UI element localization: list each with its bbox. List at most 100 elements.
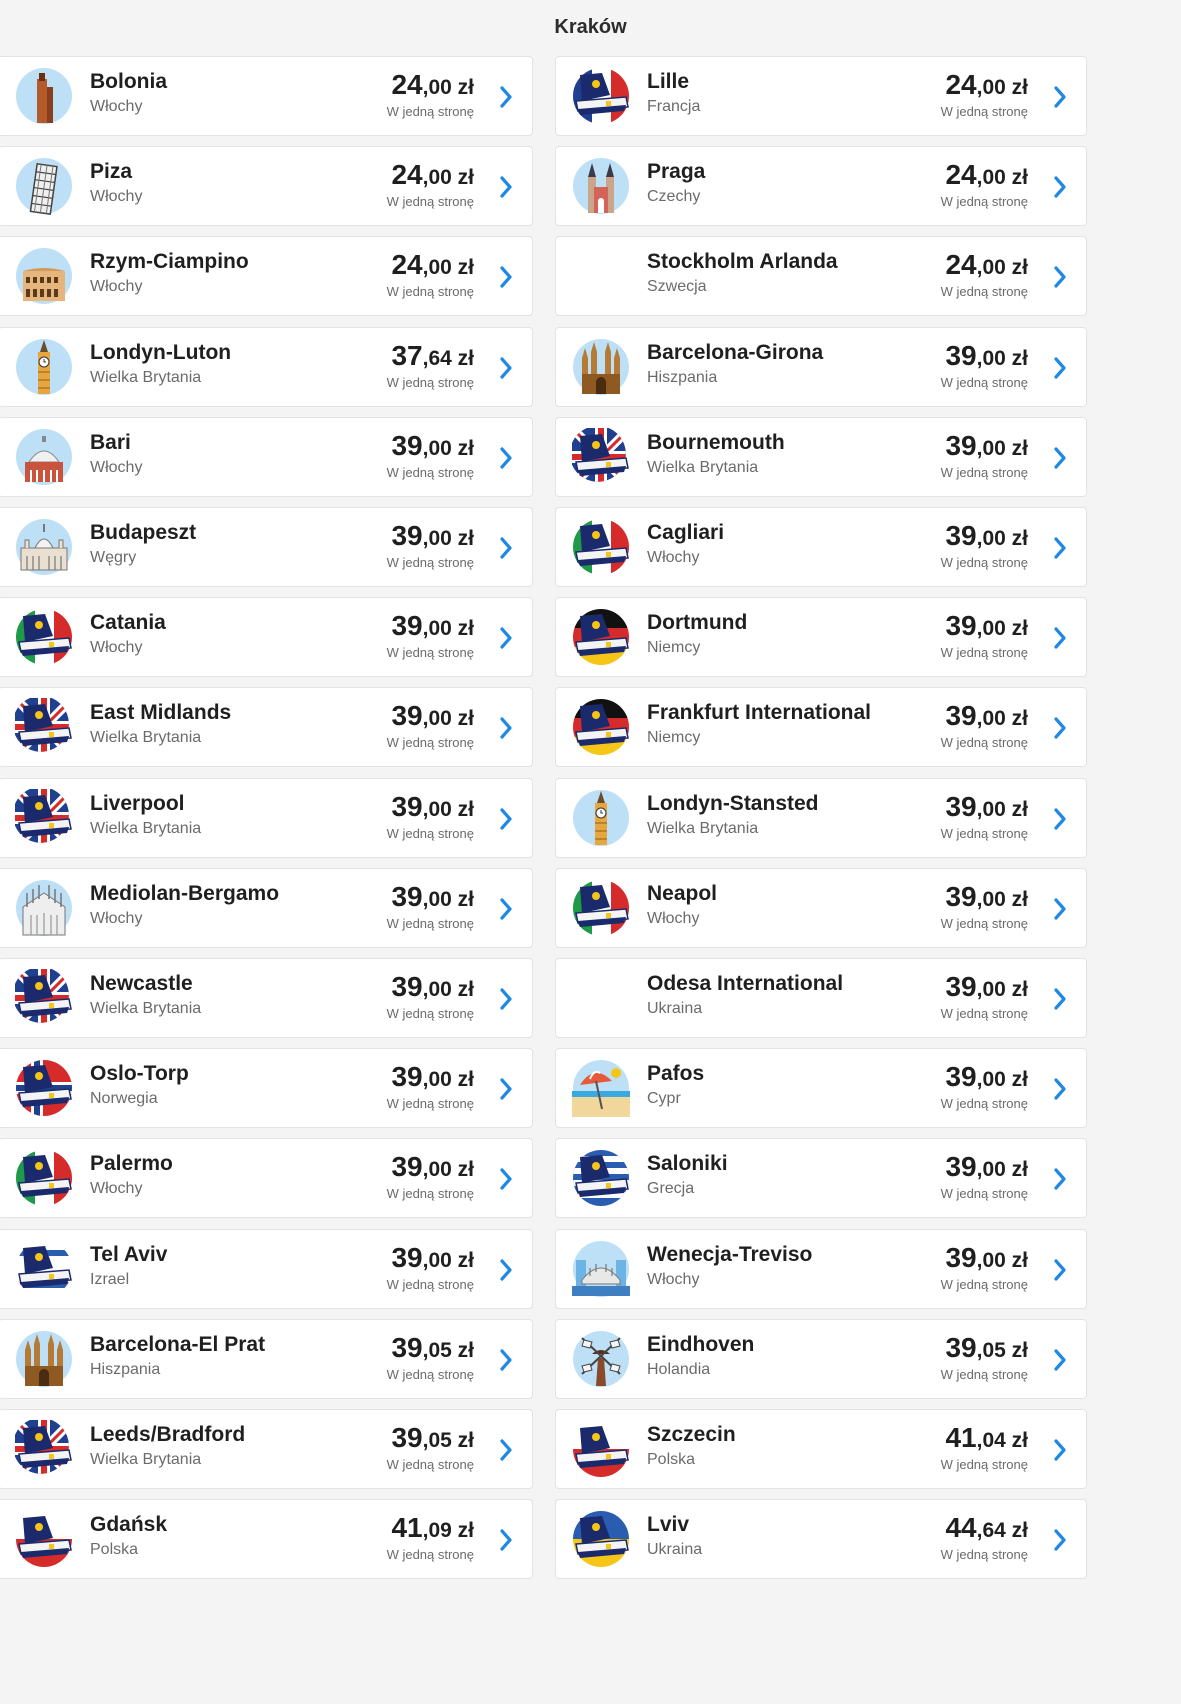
destination-card[interactable]: Palermo Włochy 39,00 zł W jedną stronę: [0, 1138, 533, 1218]
chevron-right-icon[interactable]: [498, 85, 514, 109]
destination-card[interactable]: Barcelona-Girona Hiszpania 39,00 zł W jedną…: [555, 327, 1087, 407]
destination-card[interactable]: Budapeszt Węgry 39,00 zł W jedną stronę: [0, 507, 533, 587]
price: 39,00 zł: [945, 1242, 1028, 1274]
price-currency: zł: [457, 707, 474, 730]
one-way-label: W jedną stronę: [940, 645, 1028, 660]
destination-card[interactable]: Odesa International Ukraina 39,00 zł W jedn…: [555, 958, 1087, 1038]
destination-card[interactable]: Londyn-Stansted Wielka Brytania 39,00 zł W …: [555, 778, 1087, 858]
chevron-right-icon[interactable]: [498, 1258, 514, 1282]
chevron-right-icon[interactable]: [1052, 446, 1068, 470]
price-integer: 39: [945, 881, 977, 912]
destination-card[interactable]: Eindhoven Holandia 39,05 zł W jedną stronę: [555, 1319, 1087, 1399]
price: 39,00 zł: [945, 700, 1028, 732]
chevron-right-icon[interactable]: [1052, 1258, 1068, 1282]
destination-card[interactable]: Liverpool Wielka Brytania 39,00 zł W jedną …: [0, 778, 533, 858]
chevron-right-icon[interactable]: [498, 807, 514, 831]
destination-card[interactable]: Praga Czechy 24,00 zł W jedną stronę: [555, 146, 1087, 226]
one-way-label: W jedną stronę: [386, 735, 474, 750]
chevron-right-icon[interactable]: [1052, 1077, 1068, 1101]
chevron-right-icon[interactable]: [498, 356, 514, 380]
destination-card[interactable]: Mediolan-Bergamo Włochy 39,00 zł W jedną st…: [0, 868, 533, 948]
one-way-label: W jedną stronę: [940, 1547, 1028, 1562]
chevron-right-icon[interactable]: [498, 716, 514, 740]
price-currency: zł: [1011, 166, 1028, 189]
destination-card[interactable]: Cagliari Włochy 39,00 zł W jedną stronę: [555, 507, 1087, 587]
one-way-label: W jedną stronę: [940, 1096, 1028, 1111]
chevron-right-icon[interactable]: [498, 1167, 514, 1191]
price-currency: zł: [457, 1068, 474, 1091]
colosseum-icon: [15, 247, 73, 305]
chevron-right-icon[interactable]: [1052, 175, 1068, 199]
chevron-right-icon[interactable]: [498, 446, 514, 470]
price-currency: zł: [1011, 1249, 1028, 1272]
chevron-right-icon[interactable]: [498, 626, 514, 650]
destination-card[interactable]: Dortmund Niemcy 39,00 zł W jedną stronę: [555, 597, 1087, 677]
chevron-right-icon[interactable]: [1052, 626, 1068, 650]
destination-country: Włochy: [647, 549, 700, 566]
chevron-right-icon[interactable]: [1052, 1348, 1068, 1372]
price-integer: 39: [391, 430, 423, 461]
destination-card[interactable]: Londyn-Luton Wielka Brytania 37,64 zł W jed…: [0, 327, 533, 407]
destination-city: Tel Aviv: [90, 1243, 168, 1266]
chevron-right-icon[interactable]: [1052, 85, 1068, 109]
destination-card[interactable]: Leeds/Bradford Wielka Brytania 39,05 zł W j…: [0, 1409, 533, 1489]
chevron-right-icon[interactable]: [498, 1438, 514, 1462]
destination-card[interactable]: Rzym-Ciampino Włochy 24,00 zł W jedną stron…: [0, 236, 533, 316]
destination-card[interactable]: Lviv Ukraina 44,64 zł W jedną stronę: [555, 1499, 1087, 1579]
chevron-right-icon[interactable]: [498, 987, 514, 1011]
price-decimal: ,00: [422, 256, 452, 279]
chevron-right-icon[interactable]: [1052, 897, 1068, 921]
destination-card[interactable]: Oslo-Torp Norwegia 39,00 zł W jedną stronę: [0, 1048, 533, 1128]
destination-card[interactable]: Gdańsk Polska 41,09 zł W jedną stronę: [0, 1499, 533, 1579]
destination-card[interactable]: Bari Włochy 39,00 zł W jedną stronę: [0, 417, 533, 497]
destination-card[interactable]: Lille Francja 24,00 zł W jedną stronę: [555, 56, 1087, 136]
price: 39,00 zł: [945, 791, 1028, 823]
destination-card[interactable]: Szczecin Polska 41,04 zł W jedną stronę: [555, 1409, 1087, 1489]
price: 24,00 zł: [391, 159, 474, 191]
chevron-right-icon[interactable]: [1052, 807, 1068, 831]
one-way-label: W jedną stronę: [386, 1547, 474, 1562]
destination-card[interactable]: Barcelona-El Prat Hiszpania 39,05 zł W jedn…: [0, 1319, 533, 1399]
destination-card[interactable]: Bolonia Włochy 24,00 zł W jedną stronę: [0, 56, 533, 136]
chevron-right-icon[interactable]: [498, 1528, 514, 1552]
destination-card[interactable]: Stockholm Arlanda Szwecja 24,00 zł W jedną …: [555, 236, 1087, 316]
price: 24,00 zł: [945, 249, 1028, 281]
destination-card[interactable]: Newcastle Wielka Brytania 39,00 zł W jedną …: [0, 958, 533, 1038]
dome-building-icon: [15, 428, 73, 486]
destination-card[interactable]: Pafos Cypr 39,00 zł W jedną stronę: [555, 1048, 1087, 1128]
price-currency: zł: [457, 1158, 474, 1181]
destination-card[interactable]: Neapol Włochy 39,00 zł W jedną stronę: [555, 868, 1087, 948]
destination-city: Londyn-Stansted: [647, 792, 819, 815]
chevron-right-icon[interactable]: [498, 897, 514, 921]
destination-card[interactable]: Bournemouth Wielka Brytania 39,00 zł W jedn…: [555, 417, 1087, 497]
windmill-icon: [572, 1330, 630, 1388]
chevron-right-icon[interactable]: [498, 1348, 514, 1372]
chevron-right-icon[interactable]: [498, 1077, 514, 1101]
chevron-right-icon[interactable]: [498, 175, 514, 199]
destination-card[interactable]: East Midlands Wielka Brytania 39,00 zł W je…: [0, 687, 533, 767]
price-currency: zł: [1011, 347, 1028, 370]
destination-card[interactable]: Saloniki Grecja 39,00 zł W jedną stronę: [555, 1138, 1087, 1218]
destination-country: Wielka Brytania: [90, 1000, 202, 1017]
price: 39,00 zł: [391, 881, 474, 913]
chevron-right-icon[interactable]: [1052, 1438, 1068, 1462]
price-currency: zł: [457, 888, 474, 911]
chevron-right-icon[interactable]: [498, 536, 514, 560]
chevron-right-icon[interactable]: [1052, 987, 1068, 1011]
chevron-right-icon[interactable]: [1052, 716, 1068, 740]
chevron-right-icon[interactable]: [1052, 1528, 1068, 1552]
chevron-right-icon[interactable]: [1052, 356, 1068, 380]
chevron-right-icon[interactable]: [1052, 265, 1068, 289]
destination-card[interactable]: Wenecja-Treviso Włochy 39,00 zł W jedną str…: [555, 1229, 1087, 1309]
chevron-right-icon[interactable]: [1052, 1167, 1068, 1191]
destination-card[interactable]: Piza Włochy 24,00 zł W jedną stronę: [0, 146, 533, 226]
chevron-right-icon[interactable]: [498, 265, 514, 289]
price-currency: zł: [457, 1429, 474, 1452]
one-way-label: W jedną stronę: [386, 194, 474, 209]
destination-card[interactable]: Catania Włochy 39,00 zł W jedną stronę: [0, 597, 533, 677]
destination-card[interactable]: Tel Aviv Izrael 39,00 zł W jedną stronę: [0, 1229, 533, 1309]
one-way-label: W jedną stronę: [386, 826, 474, 841]
ryanair-tail-uk-icon: [15, 969, 73, 1027]
destination-card[interactable]: Frankfurt International Niemcy 39,00 zł W j…: [555, 687, 1087, 767]
chevron-right-icon[interactable]: [1052, 536, 1068, 560]
